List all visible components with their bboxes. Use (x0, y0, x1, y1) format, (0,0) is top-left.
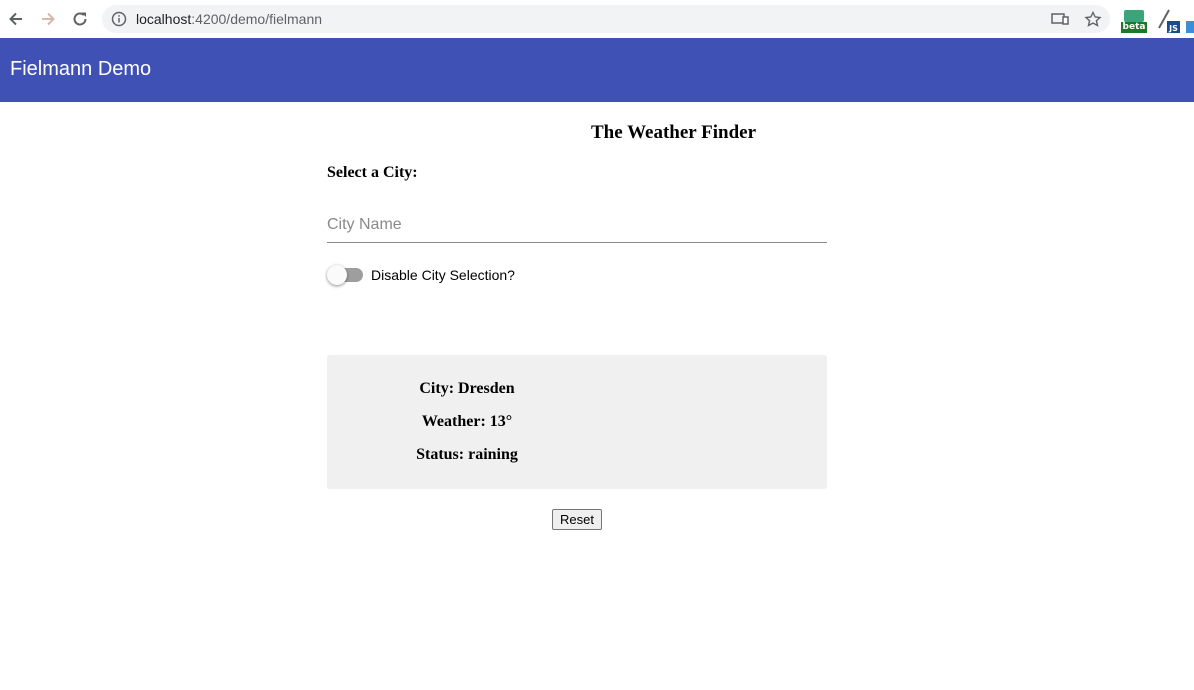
reset-button[interactable]: Reset (552, 509, 602, 530)
page-title: The Weather Finder (591, 122, 757, 143)
app-title: Fielmann Demo (10, 58, 152, 80)
browser-chrome: localhost:4200/demo/fielmann beta JS (0, 0, 1194, 38)
app-toolbar: Fielmann Demo (0, 38, 1194, 102)
address-bar[interactable]: localhost:4200/demo/fielmann (102, 5, 1110, 33)
url-host: localhost (136, 11, 192, 27)
city-name-input[interactable] (327, 208, 827, 243)
extension-partial-icon[interactable] (1186, 8, 1194, 34)
weather-temperature: Weather: 13° (421, 413, 513, 430)
js-extension-icon[interactable]: JS (1157, 8, 1183, 34)
weather-card: City: Dresden Weather: 13° Status: raini… (327, 355, 827, 489)
reload-icon[interactable] (69, 8, 91, 30)
select-city-label: Select a City: (327, 164, 418, 181)
beta-extension-label: beta (1121, 22, 1147, 33)
disable-city-toggle[interactable] (327, 265, 367, 287)
toggle-thumb[interactable] (327, 265, 347, 285)
url-path: :4200/demo/fielmann (191, 11, 323, 27)
weather-status: Status: raining (416, 446, 518, 463)
star-icon[interactable] (1084, 11, 1102, 27)
cast-icon[interactable] (1051, 11, 1069, 27)
url-text[interactable]: localhost:4200/demo/fielmann (136, 11, 322, 27)
weather-city: City: Dresden (419, 380, 515, 397)
js-extension-label: JS (1168, 24, 1178, 33)
back-arrow-icon[interactable] (5, 8, 27, 30)
disable-city-toggle-label[interactable]: Disable City Selection? (371, 267, 515, 283)
beta-extension-icon[interactable]: beta (1121, 10, 1147, 34)
forward-arrow-icon[interactable] (37, 8, 59, 30)
info-icon[interactable] (111, 11, 127, 27)
